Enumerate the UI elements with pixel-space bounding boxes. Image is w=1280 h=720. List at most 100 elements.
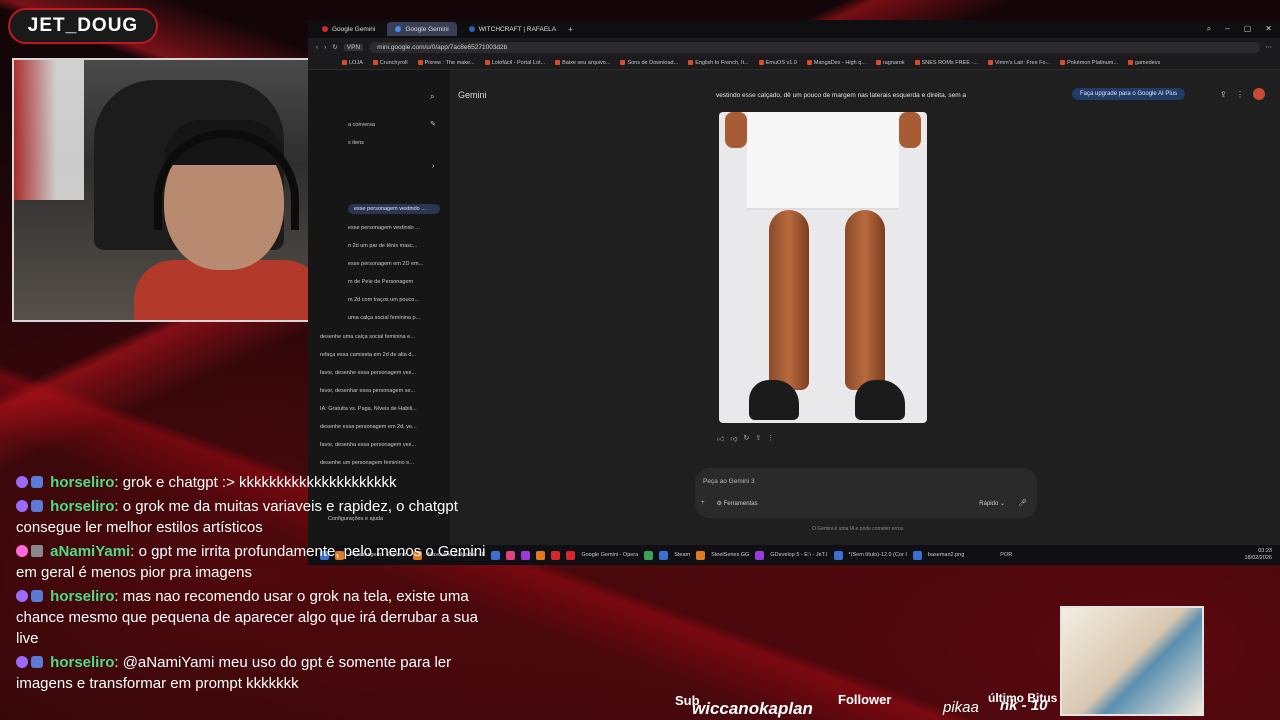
taskbar-item[interactable]: Google Gemini - Opera bbox=[581, 552, 638, 558]
browser-tab-active[interactable]: Google Gemini bbox=[387, 22, 457, 36]
chat-username: horseliro bbox=[50, 474, 115, 491]
bookmark[interactable]: gamedevs bbox=[1127, 60, 1160, 66]
reload-icon[interactable]: ↻ bbox=[332, 43, 337, 51]
prompt-composer[interactable]: Peça ao Gemini 3 + ⚙ Ferramentas Rápido … bbox=[695, 468, 1037, 518]
taskbar-item[interactable]: Steam bbox=[674, 552, 690, 558]
app-icon[interactable] bbox=[521, 550, 531, 560]
bookmark[interactable]: LOJA bbox=[342, 60, 363, 66]
conversation-item-active[interactable]: esse personagem vestindo ... bbox=[348, 204, 440, 214]
heart-badge-icon bbox=[16, 545, 28, 557]
follower-label: Follower bbox=[838, 692, 892, 707]
conversation-item[interactable]: n 2d um par de tênis masc... bbox=[348, 243, 417, 249]
image-viewer-icon[interactable] bbox=[912, 550, 922, 560]
search-tabs-icon[interactable]: ⌕ bbox=[1207, 24, 1211, 34]
steelseries-icon[interactable] bbox=[696, 550, 706, 560]
conversation-item[interactable]: uma calça social feminina p... bbox=[348, 315, 420, 321]
taskbar-item[interactable]: SteelSeries GG bbox=[711, 552, 749, 558]
maximize-icon[interactable]: ▢ bbox=[1244, 24, 1252, 34]
regenerate-icon[interactable]: ↻ bbox=[743, 434, 749, 443]
conversation-item[interactable]: favor, desenhar essa personagem se... bbox=[320, 388, 415, 394]
bookmark[interactable]: Vimm's Lair: Free Fo... bbox=[987, 60, 1050, 66]
chat-message: horseliro: o grok me da muitas variaveis… bbox=[16, 498, 458, 536]
clock[interactable]: 03:23 18/02/2026 bbox=[1244, 548, 1280, 562]
app-title: Gemini bbox=[458, 90, 487, 100]
bookmark[interactable]: MangaDex - High q... bbox=[806, 60, 866, 66]
krita-icon[interactable] bbox=[833, 550, 843, 560]
chat-message: horseliro: @aNamiYami meu uso do gpt é s… bbox=[16, 654, 452, 692]
bookmark[interactable]: EmuOS v1.0 bbox=[758, 60, 797, 66]
share-icon[interactable]: ⇪ bbox=[1220, 90, 1227, 99]
bookmark[interactable]: Sons de Download... bbox=[620, 60, 678, 66]
language-indicator[interactable]: POR bbox=[1000, 552, 1012, 558]
share-icon[interactable]: ⇪ bbox=[755, 434, 761, 443]
bookmark[interactable]: SNES ROMs FREE -... bbox=[914, 60, 978, 66]
tools-button[interactable]: ⚙ Ferramentas bbox=[717, 500, 758, 507]
microphone-icon[interactable]: 🎤︎ bbox=[1018, 499, 1027, 507]
conversation-item[interactable]: IA: Gratuita vs. Paga, Níveis de Habili.… bbox=[320, 406, 417, 412]
address-bar: ‹ › ↻ VPN mini.google.com/u/0/app/7ac8e6… bbox=[308, 38, 1280, 56]
conversation-item[interactable]: m de Pele de Personagem bbox=[348, 279, 413, 285]
conversation-item[interactable]: desenhe um personagem feminino e... bbox=[320, 460, 414, 466]
webcam-feed bbox=[12, 58, 350, 322]
conversation-item[interactable]: desenhe uma calça social feminina e... bbox=[320, 334, 415, 340]
minimize-icon[interactable]: – bbox=[1225, 24, 1229, 34]
bookmark[interactable]: Baixe seu arquivo... bbox=[555, 60, 610, 66]
thumbs-up-icon[interactable]: 👍︎ bbox=[717, 434, 724, 443]
search-icon[interactable]: ⌕ bbox=[430, 92, 434, 102]
extensions-icon[interactable]: ⋯ bbox=[1266, 43, 1273, 51]
new-chat-item[interactable]: a conversa bbox=[348, 122, 375, 128]
prompt-input[interactable]: Peça ao Gemini 3 bbox=[703, 478, 755, 485]
new-chat-icon[interactable]: ✎ bbox=[430, 120, 436, 128]
chrome-icon[interactable] bbox=[644, 550, 654, 560]
upgrade-button[interactable]: Faça upgrade para o Google AI Plus bbox=[1072, 88, 1186, 100]
brave-icon[interactable] bbox=[551, 550, 561, 560]
add-icon[interactable]: + bbox=[701, 500, 705, 507]
my-items-item[interactable]: s itens bbox=[348, 140, 364, 146]
conversation-item[interactable]: esse personagem vestindo ... bbox=[348, 225, 420, 231]
chat-username: horseliro bbox=[50, 498, 115, 515]
generated-image[interactable] bbox=[719, 112, 927, 423]
vpn-badge[interactable]: VPN bbox=[343, 43, 364, 51]
bookmark[interactable]: Crunchyroll bbox=[372, 60, 408, 66]
conversation-item[interactable]: esse personagem em 2D em... bbox=[348, 261, 423, 267]
browser-tab[interactable]: WITCHCRAFT | RAFAELA bbox=[461, 22, 564, 36]
browser-tab[interactable]: Google Gemini bbox=[314, 22, 383, 36]
opera-icon bbox=[322, 26, 328, 32]
avatar[interactable] bbox=[1253, 88, 1265, 100]
conversation-item[interactable]: m 2d com traços um pouco... bbox=[348, 297, 419, 303]
firefox-icon[interactable] bbox=[536, 550, 546, 560]
bookmark[interactable]: Lotofácil - Portal Lot... bbox=[484, 60, 545, 66]
mode-selector[interactable]: Rápido ⌄ bbox=[979, 500, 1005, 507]
more-options-icon[interactable]: ⋮ bbox=[767, 434, 774, 443]
conversation-item[interactable]: favor, desenhe essa personagem ves... bbox=[320, 370, 416, 376]
url-field[interactable]: mini.google.com/u/0/app/7ac8e65271003d2b bbox=[369, 41, 1260, 53]
conversation-item[interactable]: refaça essa camiseta em 2d de alta d... bbox=[320, 352, 416, 358]
image-shoe bbox=[855, 380, 905, 420]
opera-icon[interactable] bbox=[566, 550, 576, 560]
bookmark[interactable]: ragnarok bbox=[875, 60, 905, 66]
chat-panel: horseliro: grok e chatgpt :> kkkkkkkkkkk… bbox=[16, 472, 486, 697]
forward-icon[interactable]: › bbox=[324, 44, 326, 51]
new-tab-icon[interactable]: + bbox=[568, 25, 573, 34]
more-options-icon[interactable]: ⋮ bbox=[1236, 90, 1244, 99]
bookmark[interactable]: Pixrew : The make... bbox=[417, 60, 475, 66]
back-icon[interactable]: ‹ bbox=[316, 44, 318, 51]
taskbar-item[interactable]: GDevelop 5 - E:\ - JeT.I bbox=[770, 552, 827, 558]
streamer-name-plate: JET_DOUG bbox=[8, 8, 158, 44]
close-icon[interactable]: ✕ bbox=[1265, 24, 1272, 34]
gdevelop-icon[interactable] bbox=[755, 550, 765, 560]
steam-icon[interactable] bbox=[659, 550, 669, 560]
chat-message: horseliro: mas nao recomendo usar o grok… bbox=[16, 588, 478, 647]
taskbar-item[interactable]: baseman2.png bbox=[928, 552, 964, 558]
conversation-item[interactable]: favor, desenha essa personagem ves... bbox=[320, 442, 416, 448]
bookmark[interactable]: English to French, It... bbox=[688, 60, 749, 66]
mod-badge-icon bbox=[31, 476, 43, 488]
bookmark[interactable]: Pokémon Platinum... bbox=[1060, 60, 1118, 66]
thumbs-down-icon[interactable]: 👎︎ bbox=[730, 434, 737, 443]
taskbar-item[interactable]: *(Sem título)-12.0 (Cor I bbox=[849, 552, 907, 558]
conversation-item[interactable]: desenhe essa personagem em 2d, ve... bbox=[320, 424, 417, 430]
app-icon[interactable] bbox=[491, 550, 501, 560]
instagram-icon[interactable] bbox=[506, 550, 516, 560]
chevron-right-icon[interactable]: › bbox=[432, 163, 434, 170]
chat-username: aNamiYami bbox=[50, 543, 131, 560]
